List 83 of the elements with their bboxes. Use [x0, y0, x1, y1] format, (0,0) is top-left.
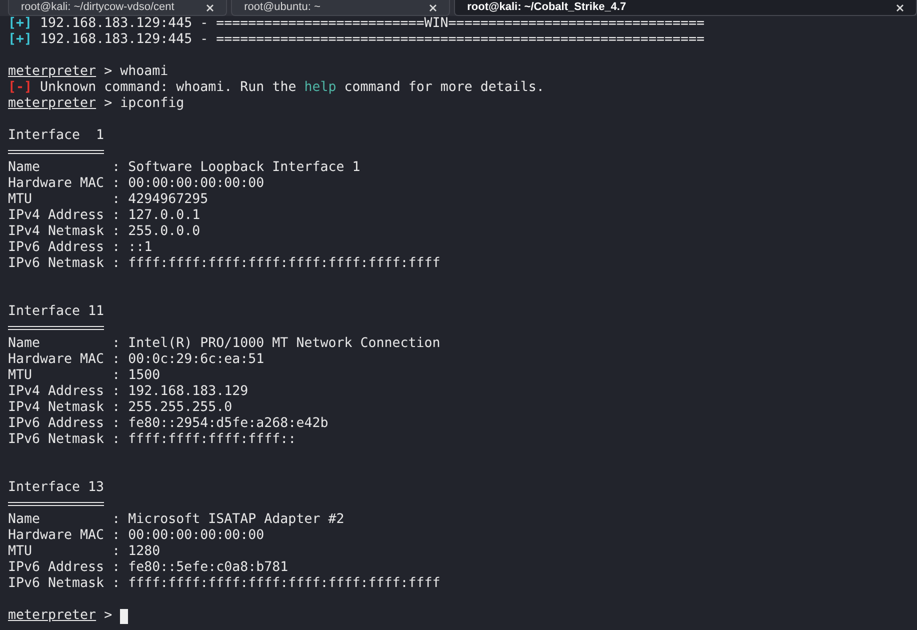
tab-title: root@ubuntu: ~: [244, 1, 320, 14]
field-separator: :: [112, 416, 120, 432]
field-separator: :: [112, 384, 120, 400]
prompt-symbol: >: [104, 96, 112, 112]
status-marker: [+]: [8, 32, 32, 48]
field-separator: :: [112, 400, 120, 416]
field-label: IPv6 Netmask: [8, 256, 104, 272]
field-label: IPv4 Netmask: [8, 400, 104, 416]
section-heading: Interface 13: [8, 480, 104, 496]
prompt-symbol: >: [104, 64, 112, 80]
field-label: Hardware MAC: [8, 352, 104, 368]
field-label: IPv6 Netmask: [8, 432, 104, 448]
field-value: 192.168.183.129: [128, 384, 248, 400]
terminal-tab[interactable]: root@kali: ~/dirtycow-vdso/cent: [8, 0, 228, 16]
status-marker: [+]: [8, 16, 32, 32]
tab-title: root@kali: ~/Cobalt_Strike_4.7: [467, 1, 626, 14]
field-label: IPv6 Address: [8, 240, 104, 256]
field-label: MTU: [8, 192, 34, 208]
field-value: Microsoft ISATAP Adapter #2: [128, 512, 344, 528]
field-separator: :: [112, 512, 120, 528]
field-value: 00:00:00:00:00:00: [128, 528, 264, 544]
field-separator: :: [112, 576, 120, 592]
section-heading: Interface 1: [8, 128, 104, 144]
field-value: 1280: [128, 544, 160, 560]
field-value: Intel(R) PRO/1000 MT Network Connection: [128, 336, 440, 352]
field-separator: :: [112, 192, 120, 208]
field-separator: :: [112, 160, 120, 176]
field-value: fe80::5efe:c0a8:b781: [128, 560, 288, 576]
field-label: IPv4 Netmask: [8, 224, 104, 240]
error-marker: [-]: [8, 80, 32, 96]
field-separator: :: [112, 240, 120, 256]
terminal-tab[interactable]: root@ubuntu: ~: [231, 0, 450, 16]
field-separator: :: [112, 544, 120, 560]
field-separator: :: [112, 352, 120, 368]
field-separator: :: [112, 432, 120, 448]
prompt-symbol: >: [104, 608, 112, 624]
field-label: MTU: [8, 544, 34, 560]
field-label: IPv6 Netmask: [8, 576, 104, 592]
field-value: 255.255.255.0: [128, 400, 232, 416]
field-value: 1500: [128, 368, 160, 384]
field-label: Name: [8, 512, 42, 528]
field-separator: :: [112, 560, 120, 576]
prompt-label: meterpreter: [8, 64, 96, 80]
tab-title: root@kali: ~/dirtycow-vdso/cent: [21, 1, 174, 14]
field-label: IPv4 Address: [8, 384, 104, 400]
field-label: Hardware MAC: [8, 528, 104, 544]
field-label: IPv4 Address: [8, 208, 104, 224]
field-label: Name: [8, 336, 42, 352]
field-value: Software Loopback Interface 1: [128, 160, 360, 176]
output-text: 192.168.183.129:445 - =============================================================: [40, 32, 704, 48]
field-value: fe80::2954:d5fe:a268:e42b: [128, 416, 328, 432]
field-separator: :: [112, 368, 120, 384]
field-value: 255.0.0.0: [128, 224, 200, 240]
field-value: ffff:ffff:ffff:ffff::: [128, 432, 296, 448]
field-separator: :: [112, 208, 120, 224]
output-text: 192.168.183.129:445 - ==========================WIN================================: [40, 16, 704, 32]
field-separator: :: [112, 176, 120, 192]
field-value: ffff:ffff:ffff:ffff:ffff:ffff:ffff:ffff: [128, 256, 440, 272]
field-value: 4294967295: [128, 192, 208, 208]
field-label: Hardware MAC: [8, 176, 104, 192]
command-text: whoami: [120, 64, 168, 80]
field-separator: :: [112, 256, 120, 272]
field-value: 127.0.0.1: [128, 208, 200, 224]
command-text: ipconfig: [120, 96, 184, 112]
field-label: IPv6 Address: [8, 560, 104, 576]
terminal-tab[interactable]: root@kali: ~/Cobalt_Strike_4.7: [454, 0, 917, 16]
field-value: 00:0c:29:6c:ea:51: [128, 352, 264, 368]
section-heading: Interface 11: [8, 304, 104, 320]
close-icon[interactable]: [429, 4, 438, 12]
field-separator: :: [112, 336, 120, 352]
field-label: MTU: [8, 368, 34, 384]
field-separator: :: [112, 224, 120, 240]
close-icon[interactable]: [206, 4, 214, 12]
close-icon[interactable]: [896, 4, 904, 12]
field-value: ::1: [128, 240, 152, 256]
prompt-label: meterpreter: [8, 608, 96, 624]
field-label: IPv6 Address: [8, 416, 104, 432]
field-value: ffff:ffff:ffff:ffff:ffff:ffff:ffff:ffff: [128, 576, 440, 592]
field-value: 00:00:00:00:00:00: [128, 176, 264, 192]
error-message: Unknown command: whoami. Run the help command for more details.: [40, 80, 544, 96]
field-label: Name: [8, 160, 42, 176]
prompt-label: meterpreter: [8, 96, 96, 112]
field-separator: :: [112, 528, 120, 544]
